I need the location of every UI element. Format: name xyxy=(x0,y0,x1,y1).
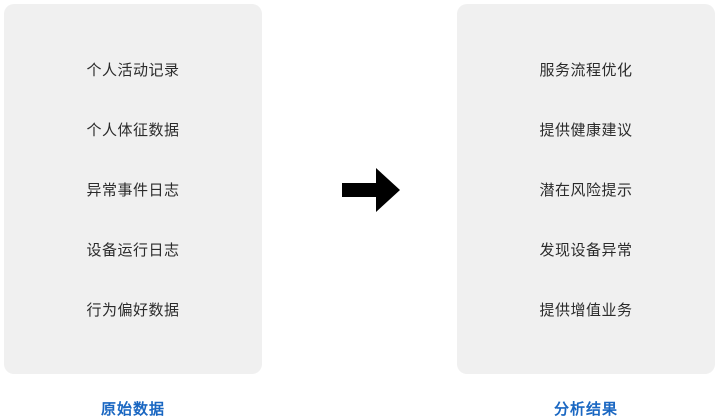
result-item-risk-alert: 潜在风险提示 xyxy=(539,181,633,199)
source-item-activity-record: 个人活动记录 xyxy=(86,61,180,79)
source-data-panel: 个人活动记录 个人体征数据 异常事件日志 设备运行日志 行为偏好数据 xyxy=(4,4,262,374)
source-item-event-log: 异常事件日志 xyxy=(86,181,180,199)
result-item-device-anomaly: 发现设备异常 xyxy=(539,241,633,259)
source-panel-caption: 原始数据 xyxy=(100,400,165,418)
source-item-preference-data: 行为偏好数据 xyxy=(86,301,180,319)
analysis-result-panel: 服务流程优化 提供健康建议 潜在风险提示 发现设备异常 提供增值业务 xyxy=(457,4,715,374)
result-item-health-advice: 提供健康建议 xyxy=(539,121,633,139)
right-arrow-icon xyxy=(342,168,400,212)
result-item-process-optimization: 服务流程优化 xyxy=(539,61,633,79)
source-item-device-log: 设备运行日志 xyxy=(86,241,180,259)
result-item-value-added-service: 提供增值业务 xyxy=(539,301,633,319)
source-item-vital-signs: 个人体征数据 xyxy=(86,121,180,139)
diagram-canvas: 个人活动记录 个人体征数据 异常事件日志 设备运行日志 行为偏好数据 服务流程优… xyxy=(0,0,720,420)
result-panel-caption: 分析结果 xyxy=(553,400,618,418)
